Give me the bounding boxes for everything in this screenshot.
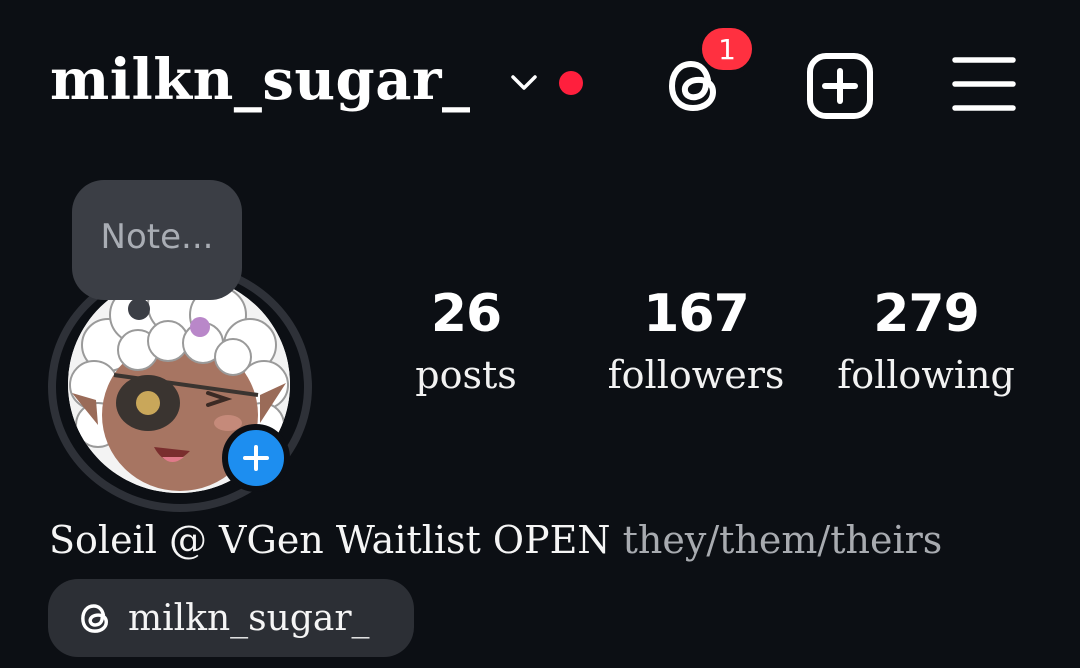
posts-stat[interactable]: 26 posts [396, 283, 536, 405]
hamburger-menu-icon[interactable] [952, 54, 1016, 114]
add-story-button[interactable] [222, 424, 290, 492]
plus-icon [243, 445, 269, 471]
unread-indicator-dot [559, 71, 583, 95]
followers-stat[interactable]: 167 followers [598, 283, 794, 405]
followers-count: 167 [643, 284, 750, 344]
pronouns: they/them/theirs [622, 518, 943, 562]
note-bubble[interactable]: Note... [72, 180, 242, 300]
threads-link-label: milkn_sugar_ [128, 597, 370, 639]
threads-profile-link[interactable]: milkn_sugar_ [48, 579, 414, 657]
plus-square-icon[interactable] [805, 51, 875, 121]
threads-notification-badge: 1 [698, 24, 756, 74]
threads-icon [81, 604, 109, 633]
following-stat[interactable]: 279 following [828, 283, 1024, 405]
note-placeholder: Note... [100, 217, 214, 257]
posts-count: 26 [430, 284, 502, 344]
note-bubble-tail [128, 298, 150, 320]
following-count: 279 [873, 284, 980, 344]
following-label: following [837, 353, 1015, 397]
followers-label: followers [607, 353, 785, 397]
profile-bio: Soleil @ VGen Waitlist OPEN they/them/th… [49, 515, 942, 565]
display-name: Soleil @ VGen Waitlist OPEN [49, 518, 611, 562]
profile-username[interactable]: milkn_sugar_ [50, 52, 471, 108]
posts-label: posts [415, 353, 517, 397]
chevron-down-icon[interactable] [509, 73, 539, 93]
